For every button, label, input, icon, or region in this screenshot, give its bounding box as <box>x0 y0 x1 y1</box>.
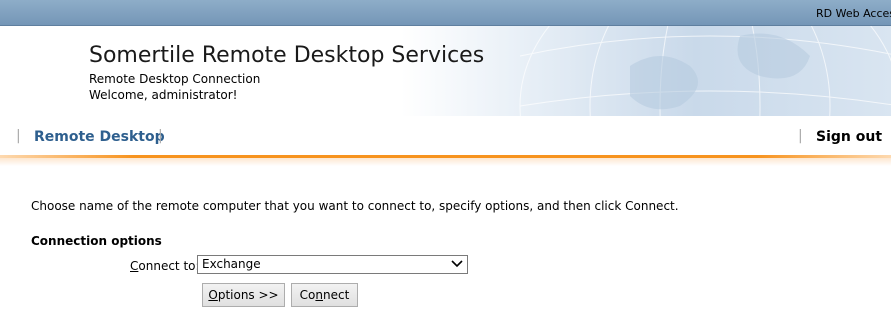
connection-options-heading: Connection options <box>31 234 162 248</box>
nav-separator: | <box>158 128 163 144</box>
globe-graphic <box>519 26 891 116</box>
options-button[interactable]: Options >> <box>202 283 285 307</box>
page-subtitle: Remote Desktop Connection <box>89 72 261 86</box>
accent-divider-glow <box>0 158 891 166</box>
connect-to-label: Connect to: <box>130 259 200 273</box>
connect-button[interactable]: Connect <box>291 283 358 307</box>
nav-separator: | <box>798 128 803 144</box>
chevron-down-icon <box>451 260 463 268</box>
welcome-message: Welcome, administrator! <box>89 88 238 102</box>
connect-to-value: Exchange <box>202 257 261 271</box>
product-name: RD Web Access <box>816 7 891 20</box>
connect-to-select[interactable]: Exchange <box>197 255 468 274</box>
nav-separator: | <box>16 128 21 144</box>
top-bar: RD Web Access <box>0 0 891 26</box>
instructions-text: Choose name of the remote computer that … <box>31 199 679 213</box>
nav-bar: | Remote Desktop | | Sign out <box>0 116 891 158</box>
header-banner: Somertile Remote Desktop Services Remote… <box>0 26 891 116</box>
nav-remote-desktop[interactable]: Remote Desktop <box>34 129 165 145</box>
page-title: Somertile Remote Desktop Services <box>89 43 485 68</box>
sign-out-link[interactable]: Sign out <box>816 129 882 145</box>
